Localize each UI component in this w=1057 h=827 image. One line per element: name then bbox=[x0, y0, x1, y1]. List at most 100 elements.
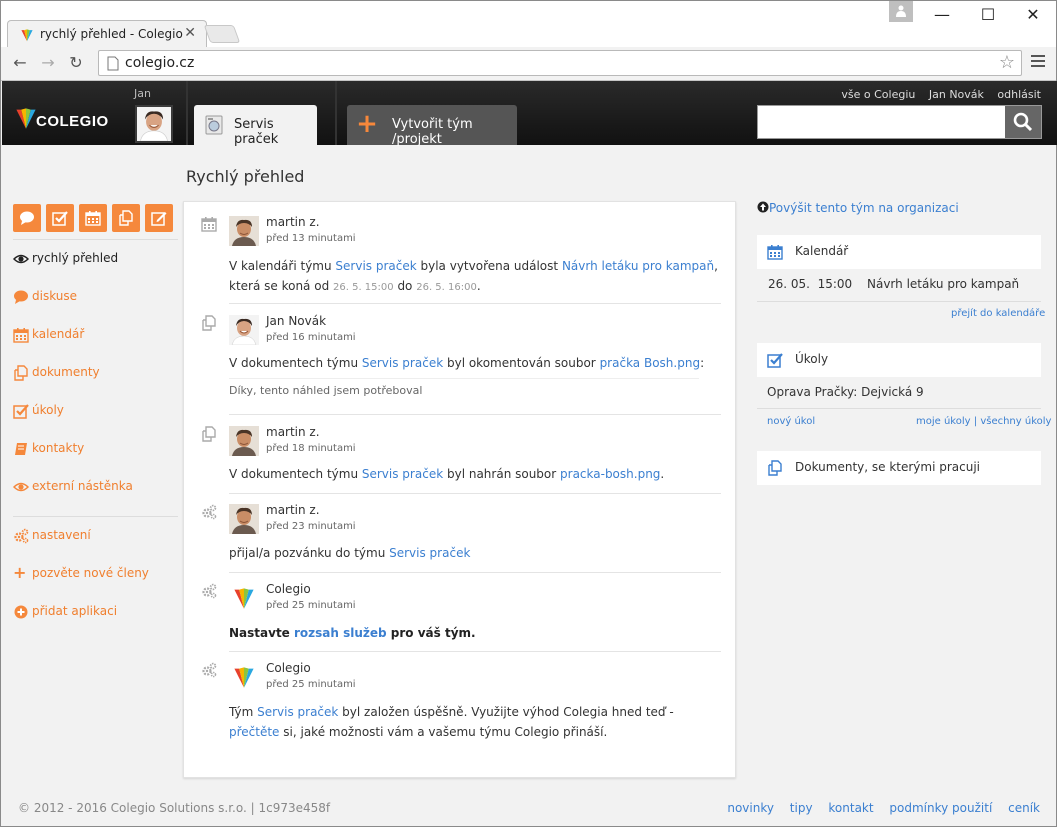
footer-link-pricing[interactable]: ceník bbox=[1008, 801, 1040, 815]
entry-divider bbox=[229, 651, 721, 652]
user-avatar[interactable] bbox=[135, 105, 173, 143]
quick-document-button[interactable] bbox=[112, 204, 140, 232]
documents-icon bbox=[13, 365, 29, 381]
promote-team-link[interactable]: Povýšit tento tým na organizaci bbox=[757, 201, 959, 215]
team-link[interactable]: Servis praček bbox=[362, 467, 443, 481]
team-link[interactable]: Servis praček bbox=[389, 546, 470, 560]
footer-copyright: © 2012 - 2016 Colegio Solutions s.r.o. |… bbox=[18, 801, 331, 815]
profile-icon[interactable] bbox=[889, 1, 913, 22]
url-text: colegio.cz bbox=[125, 55, 195, 71]
text: V dokumentech týmu bbox=[229, 467, 362, 481]
team-tab-label: Servis praček bbox=[234, 117, 279, 147]
date-to: 26. 5. 16:00 bbox=[416, 282, 477, 293]
text: do bbox=[393, 279, 417, 293]
text: Nastavte bbox=[229, 626, 294, 640]
text: V kalendáři týmu bbox=[229, 259, 336, 273]
author-name[interactable]: Jan Novák bbox=[266, 314, 326, 328]
footer-links: novinky tipy kontakt podmínky použití ce… bbox=[715, 801, 1040, 815]
bookmark-star-icon[interactable]: ☆ bbox=[999, 52, 1015, 73]
close-tab-icon[interactable]: ✕ bbox=[184, 25, 196, 41]
plus-icon: + bbox=[356, 109, 378, 139]
event-title: Návrh letáku pro kampaň bbox=[867, 277, 1020, 291]
team-link[interactable]: Servis praček bbox=[362, 356, 443, 370]
file-link[interactable]: pračka Bosh.png bbox=[600, 356, 701, 370]
search-button[interactable] bbox=[1005, 106, 1041, 138]
tab-title: rychlý přehled - Colegio bbox=[40, 27, 183, 41]
divider bbox=[757, 408, 1041, 409]
back-icon[interactable]: ← bbox=[9, 52, 31, 74]
about-link[interactable]: vše o Colegiu bbox=[841, 88, 915, 101]
file-link[interactable]: pracka-bosh.png bbox=[560, 467, 660, 481]
text: pro váš tým. bbox=[386, 626, 476, 640]
footer-link-news[interactable]: novinky bbox=[727, 801, 774, 815]
event-link[interactable]: Návrh letáku pro kampaň bbox=[562, 259, 714, 273]
text: byla vytvořena událost bbox=[416, 259, 562, 273]
all-tasks-link[interactable]: všechny úkoly bbox=[980, 416, 1051, 427]
quick-calendar-button[interactable] bbox=[79, 204, 107, 232]
text: si, jaké možnosti vám a vašemu týmu Cole… bbox=[279, 725, 608, 739]
service-scope-link[interactable]: rozsah služeb bbox=[294, 626, 387, 640]
author-name[interactable]: martin z. bbox=[266, 215, 320, 229]
documents-icon bbox=[201, 426, 217, 442]
maximize-icon[interactable]: ☐ bbox=[965, 3, 1011, 27]
new-task-link[interactable]: nový úkol bbox=[767, 416, 815, 427]
team-link[interactable]: Servis praček bbox=[335, 259, 416, 273]
quick-discussion-button[interactable] bbox=[13, 204, 41, 232]
goto-calendar-link[interactable]: přejít do kalendáře bbox=[951, 308, 1045, 319]
gears-icon bbox=[201, 662, 217, 678]
footer-link-contact[interactable]: kontakt bbox=[828, 801, 873, 815]
timestamp: před 25 minutami bbox=[266, 600, 356, 611]
avatar[interactable] bbox=[229, 504, 259, 534]
quick-task-button[interactable] bbox=[46, 204, 74, 232]
timestamp: před 18 minutami bbox=[266, 443, 356, 454]
divider bbox=[757, 301, 1041, 302]
author-name[interactable]: martin z. bbox=[266, 503, 320, 517]
team-tab-servis-pracek[interactable]: Servis praček bbox=[194, 105, 317, 147]
user-name-link[interactable]: Jan Novák bbox=[929, 88, 984, 101]
text: : bbox=[700, 356, 705, 370]
avatar[interactable] bbox=[229, 426, 259, 456]
gears-icon bbox=[201, 504, 217, 520]
page-icon bbox=[107, 56, 119, 71]
activity-feed: martin z. před 13 minutami V kalendáři t… bbox=[183, 201, 736, 778]
quick-note-button[interactable] bbox=[145, 204, 173, 232]
browser-tab[interactable]: rychlý přehled - Colegio ✕ bbox=[7, 20, 207, 48]
app-header: COLEGIO Jan Servis praček + Vytvořit tým… bbox=[2, 81, 1057, 147]
comment-text: Díky, tento náhled jsem potřeboval bbox=[229, 378, 699, 397]
entry-divider bbox=[229, 414, 721, 415]
tasks-widget-header[interactable]: Úkoly bbox=[757, 343, 1041, 377]
edit-icon bbox=[151, 210, 167, 226]
documents-widget-header[interactable]: Dokumenty, se kterými pracuji bbox=[757, 451, 1041, 485]
sidebar-item-label: kalendář bbox=[32, 327, 85, 341]
sidebar-item-label: úkoly bbox=[32, 403, 64, 417]
contacts-icon bbox=[13, 441, 29, 457]
forward-icon[interactable]: → bbox=[37, 52, 59, 74]
plus-icon: + bbox=[13, 563, 27, 582]
task-item[interactable]: Oprava Pračky: Dejvická 9 bbox=[767, 385, 924, 399]
create-team-button[interactable]: + Vytvořit tým /projekt bbox=[347, 105, 517, 147]
footer-link-tips[interactable]: tipy bbox=[790, 801, 813, 815]
close-window-icon[interactable]: ✕ bbox=[1010, 3, 1056, 27]
documents-icon bbox=[118, 210, 134, 226]
search-input[interactable] bbox=[757, 105, 1042, 139]
colegio-avatar-icon bbox=[229, 662, 259, 692]
address-bar[interactable]: colegio.cz ☆ bbox=[98, 50, 1022, 76]
sidebar-divider bbox=[13, 516, 178, 517]
current-user-short: Jan bbox=[134, 87, 151, 100]
browser-menu-icon[interactable] bbox=[1031, 55, 1045, 71]
avatar[interactable] bbox=[229, 216, 259, 246]
read-more-link[interactable]: přečtěte bbox=[229, 725, 279, 739]
avatar[interactable] bbox=[229, 315, 259, 345]
reload-icon[interactable]: ↻ bbox=[65, 52, 87, 74]
entry-text: V dokumentech týmu Servis praček byl oko… bbox=[229, 353, 724, 373]
text: Tým bbox=[229, 705, 258, 719]
minimize-icon[interactable]: — bbox=[919, 3, 965, 27]
logout-link[interactable]: odhlásit bbox=[997, 88, 1041, 101]
calendar-widget-header[interactable]: Kalendář bbox=[757, 235, 1041, 269]
footer-link-terms[interactable]: podmínky použití bbox=[889, 801, 992, 815]
text: . bbox=[660, 467, 665, 481]
new-tab-button[interactable] bbox=[203, 25, 241, 43]
team-link[interactable]: Servis praček bbox=[257, 705, 338, 719]
my-tasks-link[interactable]: moje úkoly bbox=[916, 416, 971, 427]
author-name[interactable]: martin z. bbox=[266, 425, 320, 439]
